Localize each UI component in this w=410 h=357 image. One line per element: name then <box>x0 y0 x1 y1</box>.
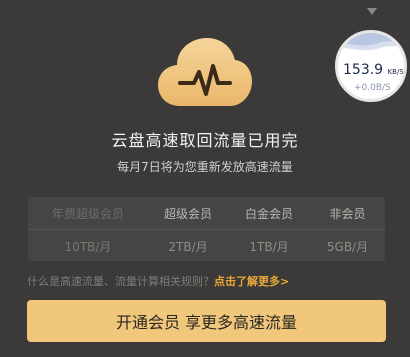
page-subtitle: 每月7日将为您重新发放高速流量 <box>117 160 293 174</box>
dropdown-toggle[interactable] <box>367 8 377 16</box>
chevron-down-icon <box>367 8 377 15</box>
page-title: 云盘高速取回流量已用完 <box>111 131 299 150</box>
cloud-pulse-icon <box>158 36 252 108</box>
header-platinum-vip: 白金会员 <box>244 206 293 221</box>
learn-more-link[interactable]: 点击了解更多> <box>214 275 289 288</box>
speed-delta: +0.0B/S <box>354 83 391 93</box>
table-header-row: 年费超级会员 超级会员 白金会员 非会员 <box>28 197 385 229</box>
header-annual-super-vip: 年费超级会员 <box>51 206 124 221</box>
value-non-member: 5GB/月 <box>326 239 369 254</box>
quota-table: 年费超级会员 超级会员 白金会员 非会员 10TB/月 2TB/月 1TB/月 … <box>28 197 385 261</box>
value-annual-super-vip: 10TB/月 <box>64 239 112 254</box>
table-row: 10TB/月 2TB/月 1TB/月 5GB/月 <box>28 229 385 262</box>
open-membership-button[interactable]: 开通会员 享更多高速流量 <box>27 300 386 342</box>
speed-unit: KB/S <box>387 68 404 76</box>
hint-text: 什么是高速流量、流量计算相关规则？ <box>27 275 214 288</box>
speed-value: 153.9 KB/S <box>343 62 404 78</box>
value-platinum-vip: 1TB/月 <box>249 239 289 254</box>
header-super-vip: 超级会员 <box>163 206 212 221</box>
value-super-vip: 2TB/月 <box>168 239 208 254</box>
header-non-member: 非会员 <box>329 206 366 221</box>
traffic-rule-hint: 什么是高速流量、流量计算相关规则？点击了解更多> <box>27 273 289 289</box>
speed-indicator: 153.9 KB/S +0.0B/S <box>335 30 410 112</box>
speed-wave-icon <box>338 33 404 51</box>
